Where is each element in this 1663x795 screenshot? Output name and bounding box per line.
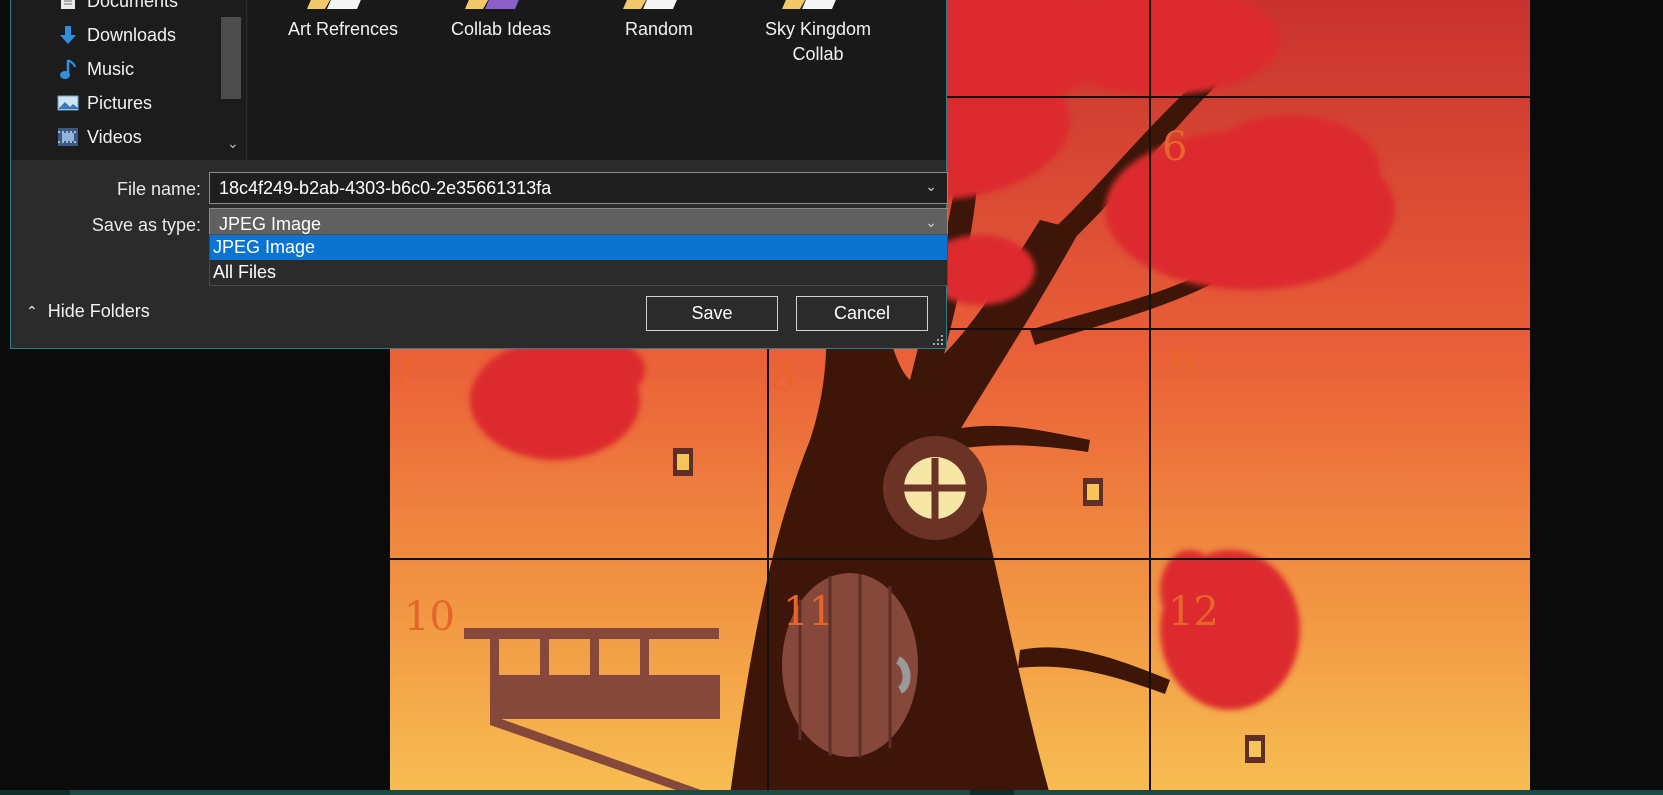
file-name-input[interactable]: 18c4f249-b2ab-4303-b6c0-2e35661313fa ⌄ — [209, 172, 948, 204]
file-name-value: 18c4f249-b2ab-4303-b6c0-2e35661313fa — [219, 178, 552, 198]
folder-sky-kingdom-collab[interactable]: Sky Kingdom Collab — [732, 0, 904, 67]
lantern-left — [673, 448, 693, 476]
lantern-middle — [1083, 478, 1103, 506]
dropdown-option-jpeg[interactable]: JPEG Image — [210, 235, 947, 260]
nav-scrollbar-thumb[interactable] — [221, 17, 241, 99]
hide-folders-label: Hide Folders — [47, 301, 150, 321]
folder-collab-ideas[interactable]: Collab Ideas — [416, 0, 586, 42]
file-name-label: File name: — [116, 179, 201, 199]
grid-number: 9 — [1170, 344, 1195, 390]
nav-item-pictures[interactable]: Pictures — [57, 89, 152, 117]
grid-number: 7 — [390, 349, 415, 395]
chevron-up-icon: ⌃ — [26, 303, 38, 319]
chevron-down-icon[interactable]: ⌄ — [925, 214, 937, 231]
nav-item-documents[interactable]: Documents — [57, 0, 178, 15]
grid-number: 6 — [1162, 124, 1187, 170]
videos-icon — [57, 126, 79, 148]
folder-label: Sky Kingdom Collab — [764, 19, 872, 64]
folder-icon — [782, 0, 836, 9]
resize-grip-icon[interactable] — [932, 334, 944, 346]
file-list: Art Refrences Collab Ideas Random Sky Ki… — [248, 0, 946, 160]
nav-item-label: Documents — [87, 0, 179, 11]
nav-item-label: Pictures — [87, 92, 153, 113]
save-button[interactable]: Save — [646, 296, 778, 331]
chevron-down-icon[interactable]: ⌄ — [925, 178, 937, 195]
grid-number: 11 — [783, 589, 834, 635]
folder-icon — [465, 0, 519, 9]
nav-item-videos[interactable]: Videos — [57, 123, 142, 151]
grid-number: 8 — [770, 354, 795, 400]
save-as-type-label: Save as type: — [91, 215, 201, 235]
documents-icon — [57, 0, 79, 12]
music-icon — [57, 58, 79, 80]
nav-item-label: Videos — [87, 126, 142, 147]
nav-item-label: Music — [87, 58, 135, 79]
cancel-button[interactable]: Cancel — [796, 296, 928, 331]
folder-random[interactable]: Random — [574, 0, 744, 42]
pictures-icon — [57, 92, 79, 114]
folder-art-refrences[interactable]: Art Refrences — [258, 0, 428, 42]
save-as-dialog: Documents Downloads Music Pictures Video… — [10, 0, 948, 349]
screen: 6 7 8 9 10 11 12 Documents Downloads Mus… — [0, 0, 1663, 795]
dropdown-option-all-files[interactable]: All Files — [210, 260, 947, 285]
nav-item-music[interactable]: Music — [57, 55, 134, 83]
navigation-pane: Documents Downloads Music Pictures Video… — [11, 0, 247, 160]
save-as-type-value: JPEG Image — [219, 214, 322, 234]
folder-icon — [307, 0, 361, 9]
nav-item-downloads[interactable]: Downloads — [57, 21, 176, 49]
canvas-margin — [1530, 0, 1663, 795]
downloads-icon — [57, 24, 79, 46]
nav-item-label: Downloads — [87, 24, 177, 45]
save-as-type-dropdown: JPEG Image All Files — [209, 234, 948, 286]
grid-number: 10 — [404, 594, 455, 640]
taskbar-edge — [0, 790, 1663, 795]
lantern-right — [1245, 735, 1265, 763]
chevron-down-icon[interactable]: ⌄ — [227, 135, 239, 152]
grid-number: 12 — [1168, 589, 1219, 635]
round-window — [883, 436, 987, 540]
hide-folders-button[interactable]: ⌃ Hide Folders — [26, 301, 150, 322]
folder-icon — [623, 0, 677, 9]
